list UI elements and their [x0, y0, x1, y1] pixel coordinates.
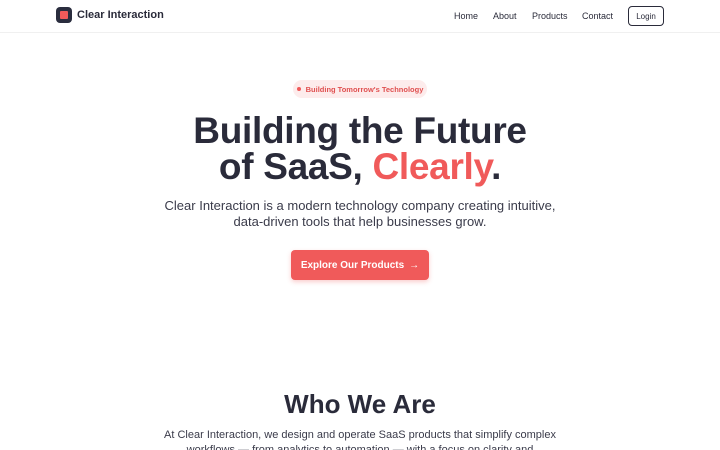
hero-subtitle: Clear Interaction is a modern technology…: [164, 198, 556, 229]
section-text: At Clear Interaction, we design and oper…: [164, 429, 556, 450]
hero-title-suffix: .: [491, 146, 502, 187]
badge-text: Building Tomorrow's Technology: [305, 84, 424, 94]
nav-link-contact[interactable]: Contact: [582, 10, 613, 22]
hero-title-line2-prefix: of SaaS,: [218, 146, 373, 187]
hero-badge: Building Tomorrow's Technology: [293, 80, 427, 98]
nav-link-home[interactable]: Home: [454, 10, 478, 22]
brand-name: Clear Interaction: [77, 9, 164, 21]
badge-dot-icon: [296, 87, 301, 91]
arrow-right-icon: →: [409, 259, 420, 271]
square-logo-icon: [56, 7, 72, 23]
hero-title-accent: Clearly: [372, 146, 492, 187]
explore-products-button[interactable]: Explore Our Products →: [291, 250, 429, 280]
brand[interactable]: Clear Interaction: [56, 7, 164, 23]
cta-label: Explore Our Products: [300, 259, 405, 271]
login-button[interactable]: Login: [628, 6, 664, 26]
nav-link-products[interactable]: Products: [532, 10, 568, 22]
hero-title: Building the Future of SaaS, Clearly.: [0, 110, 720, 187]
nav-link-about[interactable]: About: [493, 10, 517, 22]
navbar: Clear Interaction Home About Products Co…: [0, 0, 720, 33]
section-title: Who We Are: [284, 389, 436, 419]
hero-title-line1: Building the Future: [193, 110, 527, 151]
